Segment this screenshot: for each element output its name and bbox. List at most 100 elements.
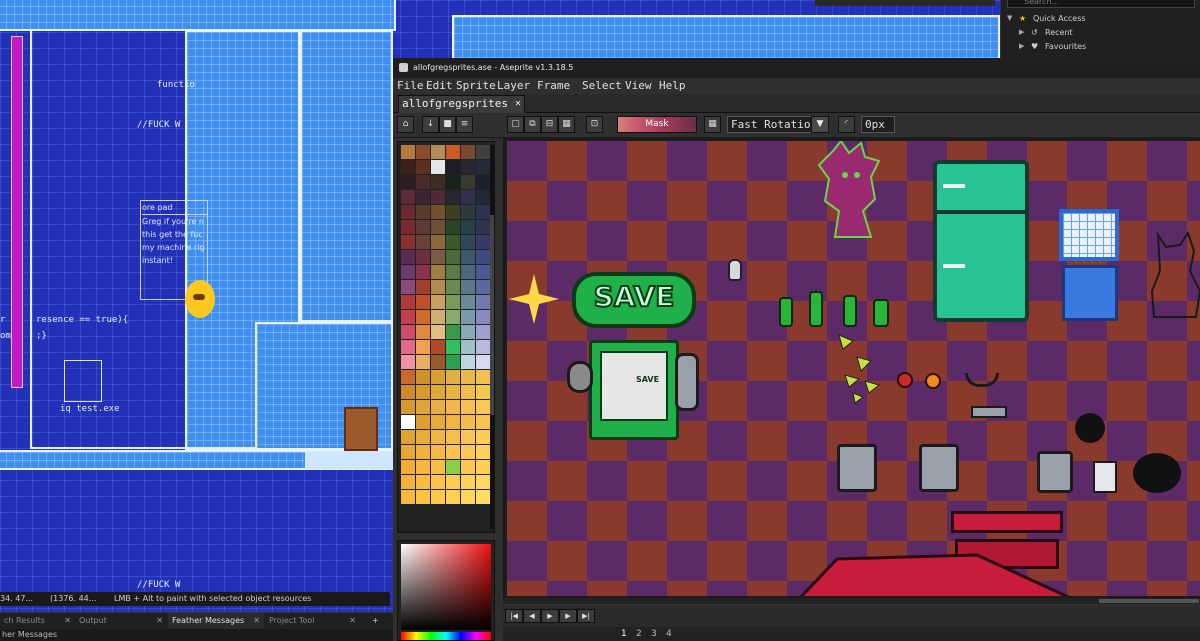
scrollbar-thumb[interactable]	[1099, 599, 1199, 603]
palette-swatch[interactable]	[416, 265, 430, 279]
palette-scrollbar[interactable]	[490, 145, 494, 529]
palette-swatch[interactable]	[431, 340, 445, 354]
selection-replace-icon[interactable]: ▢	[507, 116, 524, 133]
palette-swatch[interactable]	[431, 145, 445, 159]
palette-swatch[interactable]	[431, 280, 445, 294]
palette-swatch[interactable]	[461, 145, 475, 159]
palette-swatch[interactable]	[461, 280, 475, 294]
menu-sprite[interactable]: Sprite	[456, 78, 496, 94]
palette-swatch[interactable]	[431, 310, 445, 324]
chevron-right-icon[interactable]: ▶	[1019, 40, 1024, 53]
palette-swatch[interactable]	[446, 490, 460, 504]
palette-swatch[interactable]	[446, 190, 460, 204]
lock-icon[interactable]: ⌂	[397, 116, 414, 133]
tab-feather-messages[interactable]: Feather Messages ✕	[168, 613, 264, 629]
palette-swatch[interactable]	[461, 445, 475, 459]
menu-edit[interactable]: Edit	[426, 78, 453, 94]
sprite-canvas[interactable]: SAVE SAVE	[507, 141, 1200, 596]
first-frame-button[interactable]: |◀	[505, 609, 523, 623]
palette-swatch[interactable]	[401, 400, 415, 414]
hue-slider[interactable]	[401, 632, 491, 640]
palette-swatch[interactable]	[431, 430, 445, 444]
frame-number[interactable]: 2	[636, 629, 642, 639]
tab-document[interactable]: allofgregsprites ✕	[398, 95, 525, 113]
palette-swatch[interactable]	[476, 430, 490, 444]
last-frame-button[interactable]: ▶|	[577, 609, 595, 623]
tree-item-quick-access[interactable]: ▼ ★ Quick Access	[1007, 12, 1197, 25]
palette-swatch[interactable]	[446, 445, 460, 459]
close-icon[interactable]: ✕	[515, 96, 521, 112]
menu-view[interactable]: View	[625, 78, 652, 94]
palette-swatch[interactable]	[416, 445, 430, 459]
palette-swatch[interactable]	[461, 490, 475, 504]
selection-add-icon[interactable]: ⧉	[524, 116, 541, 133]
palette-swatch[interactable]	[476, 415, 490, 429]
palette-swatch[interactable]	[476, 490, 490, 504]
file-icon[interactable]	[64, 360, 102, 402]
palette-swatch[interactable]	[401, 325, 415, 339]
palette-swatch[interactable]	[461, 370, 475, 384]
palette-swatch[interactable]	[446, 400, 460, 414]
emoji-face-object[interactable]	[185, 280, 215, 318]
palette-swatch[interactable]	[431, 400, 445, 414]
palette-swatch[interactable]	[461, 475, 475, 489]
palette-swatch[interactable]	[431, 190, 445, 204]
saturation-value-field[interactable]	[401, 544, 491, 630]
palette-swatch[interactable]	[461, 160, 475, 174]
palette-swatch[interactable]	[416, 340, 430, 354]
palette-swatch[interactable]	[446, 355, 460, 369]
palette-swatch[interactable]	[416, 175, 430, 189]
palette-swatch[interactable]	[401, 310, 415, 324]
palette-swatch[interactable]	[476, 160, 490, 174]
palette-swatch[interactable]	[476, 400, 490, 414]
palette-swatch[interactable]	[416, 235, 430, 249]
palette-swatch[interactable]	[401, 490, 415, 504]
palette-swatch[interactable]	[446, 325, 460, 339]
palette-swatch[interactable]	[401, 445, 415, 459]
palette-swatch[interactable]	[401, 355, 415, 369]
palette-swatch[interactable]	[476, 460, 490, 474]
palette-swatch[interactable]	[476, 190, 490, 204]
palette-swatch[interactable]	[401, 250, 415, 264]
scrollbar-thumb[interactable]	[490, 215, 494, 415]
palette-swatch[interactable]	[416, 310, 430, 324]
chevron-down-icon[interactable]: ▼	[1007, 12, 1012, 25]
palette-swatch[interactable]	[401, 415, 415, 429]
palette-swatch[interactable]	[446, 430, 460, 444]
palette-swatch[interactable]	[461, 355, 475, 369]
palette-swatch[interactable]	[431, 175, 445, 189]
tab-project-tool[interactable]: Project Tool ✕	[265, 613, 360, 629]
palette-swatch[interactable]	[416, 250, 430, 264]
menu-layer[interactable]: Layer	[497, 78, 530, 94]
palette-swatch[interactable]	[401, 430, 415, 444]
selection-intersect-icon[interactable]: ▦	[558, 116, 575, 133]
palette-swatch[interactable]	[416, 205, 430, 219]
next-frame-button[interactable]: ▶	[559, 609, 577, 623]
palette-swatch[interactable]	[461, 190, 475, 204]
palette-swatch[interactable]	[401, 370, 415, 384]
palette-swatch[interactable]	[401, 340, 415, 354]
palette-swatch[interactable]	[431, 370, 445, 384]
pink-object-bar[interactable]	[11, 36, 23, 388]
layer-icon[interactable]: ■	[439, 116, 456, 133]
palette-swatch[interactable]	[476, 295, 490, 309]
palette-swatch[interactable]	[446, 145, 460, 159]
window-controls[interactable]	[815, 0, 995, 6]
palette-swatch[interactable]	[446, 310, 460, 324]
palette-swatch[interactable]	[476, 265, 490, 279]
search-input[interactable]: Search...	[1007, 0, 1195, 8]
tolerance-field[interactable]: 0px	[861, 116, 895, 133]
palette-swatch[interactable]	[446, 160, 460, 174]
palette-swatch[interactable]	[476, 145, 490, 159]
palette-swatch[interactable]	[476, 445, 490, 459]
palette-swatch[interactable]	[476, 250, 490, 264]
tree-item-recent[interactable]: ▶ ↺ Recent	[1019, 26, 1197, 39]
palette-swatch[interactable]	[416, 160, 430, 174]
palette-swatch[interactable]	[416, 220, 430, 234]
palette-swatch[interactable]	[431, 205, 445, 219]
palette-swatch[interactable]	[416, 415, 430, 429]
palette-swatch[interactable]	[476, 340, 490, 354]
close-icon[interactable]: ✕	[349, 613, 356, 629]
palette-swatch[interactable]	[461, 460, 475, 474]
palette-swatch[interactable]	[416, 475, 430, 489]
